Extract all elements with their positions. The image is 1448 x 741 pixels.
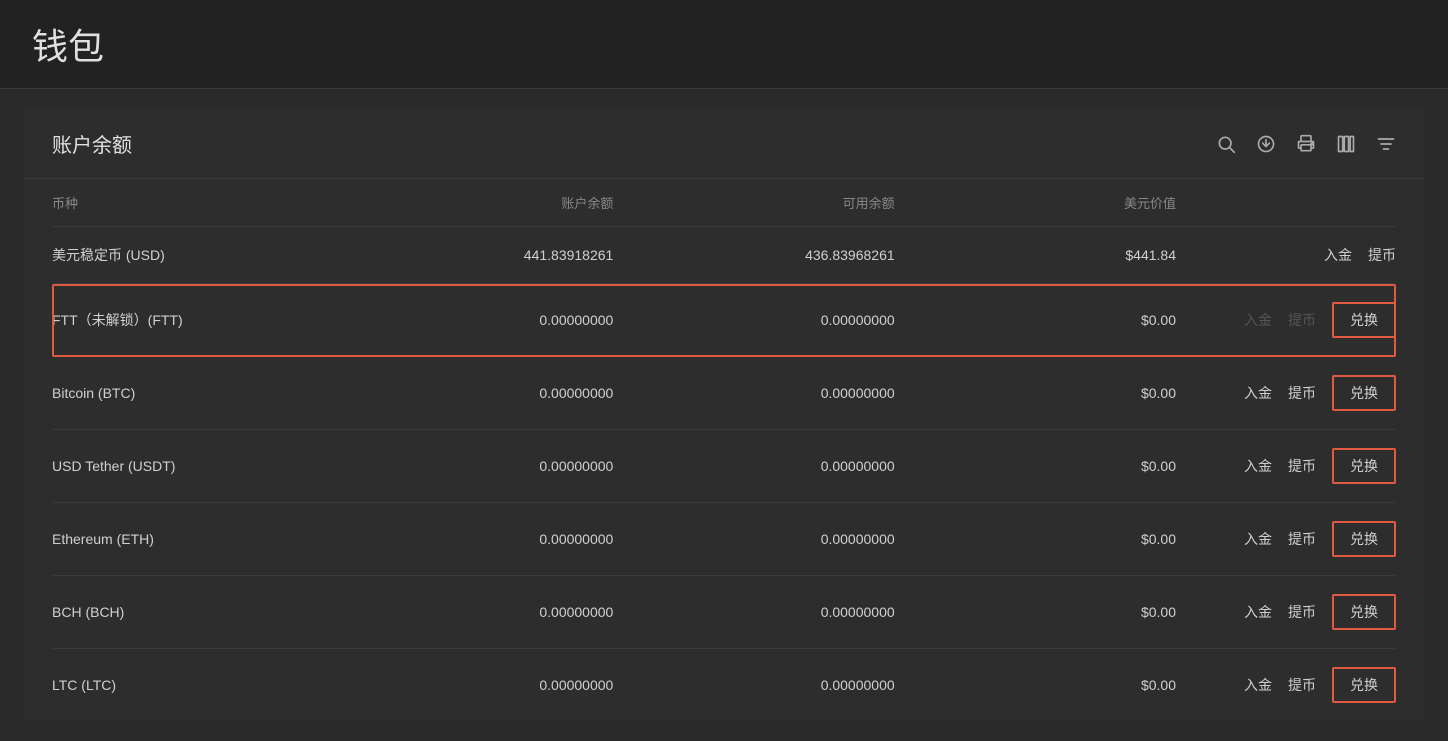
- deposit-button-ftt: 入金: [1244, 310, 1272, 330]
- table-container: 币种 账户余额 可用余额 美元价值 美元稳定币 (USD)441.8391826…: [24, 179, 1424, 721]
- cell-actions-usdt: 入金提币兑换: [1176, 448, 1396, 484]
- convert-button-bch[interactable]: 兑换: [1332, 594, 1396, 630]
- cell-currency-btc: Bitcoin (BTC): [52, 385, 332, 401]
- col-header-usd-value: 美元价值: [895, 193, 1176, 212]
- page-header: 钱包: [0, 0, 1448, 89]
- cell-balance-eth: 0.00000000: [332, 531, 613, 547]
- withdraw-button-ftt: 提币: [1288, 310, 1316, 330]
- table-row: Bitcoin (BTC)0.000000000.00000000$0.00入金…: [52, 357, 1396, 430]
- cell-currency-eth: Ethereum (ETH): [52, 531, 332, 547]
- cell-currency-usd: 美元稳定币 (USD): [52, 245, 332, 265]
- cell-available-ftt: 0.00000000: [613, 312, 894, 328]
- table-row: Ethereum (ETH)0.000000000.00000000$0.00入…: [52, 503, 1396, 576]
- table-row: LTC (LTC)0.000000000.00000000$0.00入金提币兑换: [52, 649, 1396, 721]
- cell-available-eth: 0.00000000: [613, 531, 894, 547]
- deposit-button-usdt[interactable]: 入金: [1244, 456, 1272, 476]
- cell-balance-ftt: 0.00000000: [332, 312, 613, 328]
- cell-actions-ftt: 入金提币兑换: [1176, 302, 1396, 338]
- cell-usd-value-btc: $0.00: [895, 385, 1176, 401]
- cell-actions-usd: 入金提币: [1176, 245, 1396, 265]
- cell-usd-value-bch: $0.00: [895, 604, 1176, 620]
- deposit-button-usd[interactable]: 入金: [1324, 245, 1352, 265]
- withdraw-button-eth[interactable]: 提币: [1288, 529, 1316, 549]
- convert-button-btc[interactable]: 兑换: [1332, 375, 1396, 411]
- convert-button-ftt[interactable]: 兑换: [1332, 302, 1396, 338]
- deposit-button-eth[interactable]: 入金: [1244, 529, 1272, 549]
- cell-balance-ltc: 0.00000000: [332, 677, 613, 693]
- cell-actions-bch: 入金提币兑换: [1176, 594, 1396, 630]
- cell-balance-usdt: 0.00000000: [332, 458, 613, 474]
- withdraw-button-bch[interactable]: 提币: [1288, 602, 1316, 622]
- cell-usd-value-eth: $0.00: [895, 531, 1176, 547]
- cell-available-usdt: 0.00000000: [613, 458, 894, 474]
- cell-available-ltc: 0.00000000: [613, 677, 894, 693]
- withdraw-button-usdt[interactable]: 提币: [1288, 456, 1316, 476]
- cell-actions-eth: 入金提币兑换: [1176, 521, 1396, 557]
- page-title: 钱包: [32, 18, 1416, 70]
- cell-usd-value-ltc: $0.00: [895, 677, 1176, 693]
- table-row: BCH (BCH)0.000000000.00000000$0.00入金提币兑换: [52, 576, 1396, 649]
- table-body: 美元稳定币 (USD)441.83918261436.83968261$441.…: [52, 227, 1396, 721]
- cell-available-bch: 0.00000000: [613, 604, 894, 620]
- download-icon[interactable]: [1256, 134, 1276, 154]
- cell-available-btc: 0.00000000: [613, 385, 894, 401]
- deposit-button-bch[interactable]: 入金: [1244, 602, 1272, 622]
- cell-usd-value-usd: $441.84: [895, 247, 1176, 263]
- col-header-balance: 账户余额: [332, 193, 613, 212]
- cell-currency-ftt: FTT（未解锁）(FTT): [52, 310, 332, 330]
- cell-balance-usd: 441.83918261: [332, 247, 613, 263]
- cell-currency-ltc: LTC (LTC): [52, 677, 332, 693]
- deposit-button-ltc[interactable]: 入金: [1244, 675, 1272, 695]
- table-column-headers: 币种 账户余额 可用余额 美元价值: [52, 179, 1396, 227]
- cell-currency-bch: BCH (BCH): [52, 604, 332, 620]
- cell-currency-usdt: USD Tether (USDT): [52, 458, 332, 474]
- col-header-actions: [1176, 193, 1396, 212]
- cell-usd-value-ftt: $0.00: [895, 312, 1176, 328]
- table-row: USD Tether (USDT)0.000000000.00000000$0.…: [52, 430, 1396, 503]
- table-row: FTT（未解锁）(FTT)0.000000000.00000000$0.00入金…: [52, 284, 1396, 357]
- cell-balance-bch: 0.00000000: [332, 604, 613, 620]
- table-row: 美元稳定币 (USD)441.83918261436.83968261$441.…: [52, 227, 1396, 284]
- withdraw-button-btc[interactable]: 提币: [1288, 383, 1316, 403]
- withdraw-button-usd[interactable]: 提币: [1368, 245, 1396, 265]
- cell-actions-btc: 入金提币兑换: [1176, 375, 1396, 411]
- print-icon[interactable]: [1296, 134, 1316, 154]
- section-header: 账户余额: [24, 109, 1424, 179]
- toolbar-icons: [1216, 134, 1396, 154]
- columns-icon[interactable]: [1336, 134, 1356, 154]
- col-header-currency: 币种: [52, 193, 332, 212]
- deposit-button-btc[interactable]: 入金: [1244, 383, 1272, 403]
- convert-button-usdt[interactable]: 兑换: [1332, 448, 1396, 484]
- convert-button-eth[interactable]: 兑换: [1332, 521, 1396, 557]
- withdraw-button-ltc[interactable]: 提币: [1288, 675, 1316, 695]
- cell-usd-value-usdt: $0.00: [895, 458, 1176, 474]
- main-content: 账户余额: [24, 109, 1424, 721]
- filter-icon[interactable]: [1376, 134, 1396, 154]
- cell-balance-btc: 0.00000000: [332, 385, 613, 401]
- search-icon[interactable]: [1216, 134, 1236, 154]
- section-title: 账户余额: [52, 129, 132, 158]
- cell-available-usd: 436.83968261: [613, 247, 894, 263]
- col-header-available: 可用余额: [613, 193, 894, 212]
